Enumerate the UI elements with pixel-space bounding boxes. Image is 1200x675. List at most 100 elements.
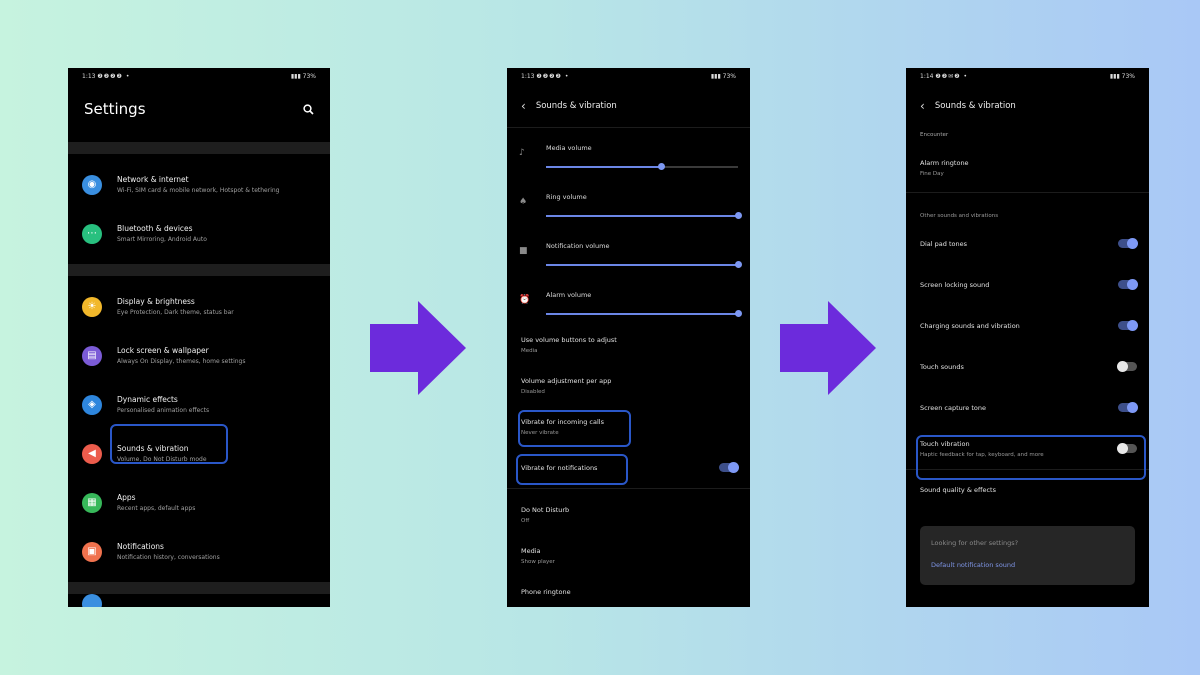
slider-thumb[interactable] xyxy=(657,163,665,170)
setting-row[interactable]: Encounter xyxy=(906,128,1149,150)
setting-toggle[interactable] xyxy=(1117,361,1137,372)
setting-title: Phone ringtone xyxy=(521,588,571,596)
settings-screen: 1:13 ❷❷❷❷ • ▮▮▮ 73% Settings ◉ Network & … xyxy=(68,68,330,607)
more-settings: Do Not Disturb Off Media Show player Phone r… xyxy=(507,489,750,607)
volume-slider[interactable] xyxy=(546,163,738,170)
settings-header: Settings xyxy=(68,84,330,134)
setting-title: Vibrate for notifications xyxy=(521,463,598,472)
page-title: Sounds & vibration xyxy=(535,100,617,111)
setting-subtitle: Personalised animation effects xyxy=(117,407,210,414)
slider-thumb[interactable] xyxy=(734,212,742,219)
settings-row[interactable]: ◀ Sounds & vibration Volume, Do Not Distur… xyxy=(68,429,330,478)
settings-row[interactable]: ▤ Lock screen & wallpaper Always On Displa… xyxy=(68,331,330,380)
sound-toggles: Dial pad tones Screen locking sound Chargi… xyxy=(906,223,1149,469)
setting-row[interactable]: Vibrate for incoming calls Never vibrate xyxy=(507,406,750,447)
setting-title: Display & brightness xyxy=(117,297,195,306)
toggle-knob xyxy=(1127,238,1138,249)
toggle-knob xyxy=(1127,320,1138,331)
settings-row[interactable]: ◈ Dynamic effects Personalised animation e… xyxy=(68,380,330,429)
status-bar: 1:14 ❷❷✉❷ • ▮▮▮ 73% xyxy=(906,68,1149,84)
slider-fill xyxy=(546,313,738,315)
settings-row-text: Apps Recent apps, default apps xyxy=(117,493,195,512)
setting-row[interactable]: Use volume buttons to adjust Media xyxy=(507,324,750,365)
page-title: Settings xyxy=(84,100,146,118)
apps-icon: ▦ xyxy=(82,492,102,513)
toggle-setting-row[interactable]: Touch vibration Haptic feedback for tap, … xyxy=(906,428,1149,469)
volume-slider[interactable] xyxy=(546,212,742,219)
setting-toggle[interactable] xyxy=(1118,320,1138,331)
volume-slider[interactable] xyxy=(546,310,742,317)
setting-row[interactable]: Vibrate for notifications xyxy=(507,447,750,488)
slider-thumb[interactable] xyxy=(734,310,742,317)
setting-subtitle: Disabled xyxy=(521,389,545,395)
search-icon[interactable] xyxy=(303,103,314,115)
toggle-setting-row[interactable]: Screen locking sound xyxy=(906,264,1149,305)
back-arrow-icon[interactable]: ‹ xyxy=(521,99,526,113)
setting-title: Volume adjustment per app xyxy=(521,377,612,385)
page-title: Sounds & vibration xyxy=(934,101,1016,111)
bell-icon: ♠ xyxy=(519,197,528,207)
setting-row[interactable]: Media Show player xyxy=(507,530,750,571)
battery-level: 73% xyxy=(302,72,316,80)
settings-row-text: Dynamic effects Personalised animation ef… xyxy=(117,395,209,414)
vibrate-notifications-toggle[interactable] xyxy=(719,462,739,473)
sound-quality-row[interactable]: Sound quality & effects xyxy=(906,470,1149,510)
setting-title: Sounds & vibration xyxy=(117,444,189,453)
settings-row-text: Display & brightness Eye Protection, Dark… xyxy=(117,297,234,316)
toggle-setting-row[interactable]: Touch sounds xyxy=(906,346,1149,387)
volume-slider[interactable] xyxy=(546,261,742,268)
settings-row[interactable]: ☀ Display & brightness Eye Protection, Dar… xyxy=(68,282,330,331)
setting-toggle[interactable] xyxy=(1117,443,1137,454)
bluetooth-icon: ⋯ xyxy=(82,223,102,244)
setting-title: Screen capture tone xyxy=(920,403,987,412)
setting-title: Network & internet xyxy=(117,175,189,184)
volume-label: Alarm volume xyxy=(546,291,592,299)
settings-group-connectivity: ◉ Network & internet Wi-Fi, SIM card & mob… xyxy=(68,154,330,264)
back-arrow-icon[interactable]: ‹ xyxy=(920,99,925,113)
setting-toggle[interactable] xyxy=(1118,402,1138,413)
status-time: 1:13 xyxy=(521,72,535,80)
group-divider xyxy=(68,142,330,154)
setting-toggle[interactable] xyxy=(1118,238,1138,249)
slider-fill xyxy=(546,166,662,168)
settings-row[interactable]: ▦ Apps Recent apps, default apps xyxy=(68,478,330,527)
setting-row[interactable]: Volume adjustment per app Disabled xyxy=(507,365,750,406)
setting-row[interactable]: Do Not Disturb Off xyxy=(507,489,750,530)
setting-row[interactable]: Phone ringtone xyxy=(507,571,750,607)
setting-subtitle: Volume, Do Not Disturb mode xyxy=(117,456,207,463)
setting-title: Apps xyxy=(117,493,136,502)
toggle-setting-row[interactable]: Screen capture tone xyxy=(906,387,1149,428)
settings-group-device: ☀ Display & brightness Eye Protection, Dar… xyxy=(68,276,330,582)
slider-thumb[interactable] xyxy=(734,261,742,268)
settings-row[interactable]: ▣ Notifications Notification history, conv… xyxy=(68,527,330,576)
layers-icon: ◈ xyxy=(82,394,102,415)
status-time: 1:14 xyxy=(920,72,934,80)
setting-subtitle: Always On Display, themes, home settings xyxy=(117,358,246,365)
wallpaper-icon: ▤ xyxy=(82,345,102,366)
default-notification-sound-link[interactable]: Default notification sound xyxy=(931,561,1124,569)
setting-label: Encounter xyxy=(920,132,949,138)
setting-toggle[interactable] xyxy=(1118,279,1138,290)
setting-title: Notifications xyxy=(117,542,164,551)
setting-title: Charging sounds and vibration xyxy=(920,321,1020,330)
settings-row-text: Lock screen & wallpaper Always On Display… xyxy=(117,346,245,365)
signal-icon: ▮▮▮ xyxy=(290,72,303,80)
toggle-setting-row[interactable]: Dial pad tones xyxy=(906,223,1149,264)
settings-row[interactable]: ◉ Network & internet Wi-Fi, SIM card & mob… xyxy=(68,160,330,209)
toggle-knob xyxy=(1127,279,1138,290)
setting-title: Do Not Disturb xyxy=(521,506,570,514)
toggle-setting-row[interactable]: Charging sounds and vibration xyxy=(906,305,1149,346)
partial-setting-icon xyxy=(82,594,102,607)
signal-icon: ▮▮▮ xyxy=(710,72,723,80)
settings-row[interactable]: ⋯ Bluetooth & devices Smart Mirroring, And… xyxy=(68,209,330,258)
volume-row: ♠ Ring volume xyxy=(507,177,750,226)
group-divider xyxy=(68,264,330,276)
section-heading: Other sounds and vibrations xyxy=(920,213,999,219)
volume-row: ■ Notification volume xyxy=(507,226,750,275)
vibration-settings: Use volume buttons to adjust Media Volume … xyxy=(507,324,750,488)
setting-title: Sound quality & effects xyxy=(920,486,996,494)
setting-subtitle: Wi-Fi, SIM card & mobile network, Hotspo… xyxy=(117,187,280,194)
settings-row-text: Sounds & vibration Volume, Do Not Disturb… xyxy=(117,444,207,463)
toggle-knob xyxy=(1117,443,1128,454)
alarm-ringtone-row[interactable]: Alarm ringtone Fine Day xyxy=(906,150,1149,192)
